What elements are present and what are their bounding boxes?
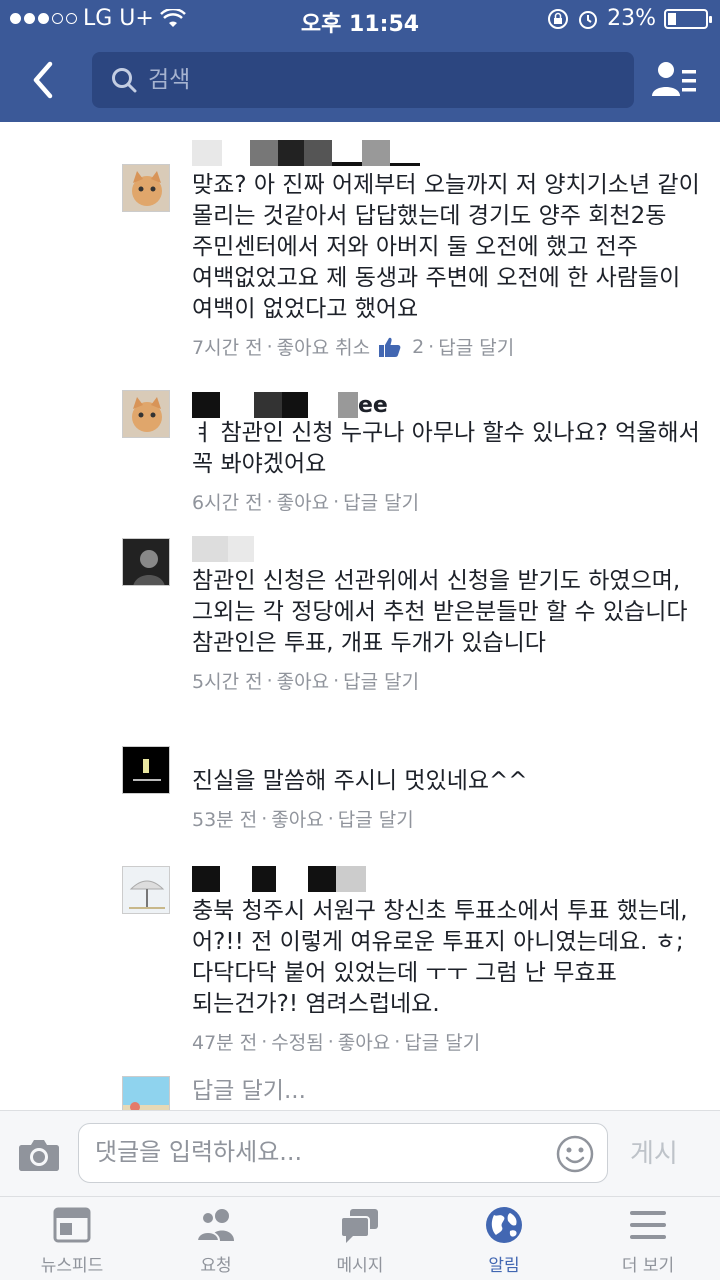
comment-meta: 47분 전 · 수정됨 · 좋아요 · 답글 달기 — [192, 1028, 702, 1055]
battery-icon — [664, 8, 712, 29]
commenter-name-fragment: ee — [358, 393, 388, 418]
beach-avatar-image — [123, 1077, 169, 1110]
comment-time: 7시간 전 — [192, 337, 263, 359]
edited-label: 수정됨 — [271, 1032, 324, 1054]
comment-meta: 6시간 전 · 좋아요 · 답글 달기 — [192, 488, 702, 515]
avatar[interactable] — [122, 390, 170, 438]
comment-text: 진실을 말씀해 주시니 멋있네요^^ — [192, 768, 528, 794]
like-link[interactable]: 좋아요 — [277, 488, 329, 515]
battery-percent: 23% — [607, 6, 656, 31]
person-avatar-image — [123, 539, 169, 585]
reply-link[interactable]: 답글 달기 — [404, 1028, 480, 1055]
tab-messages[interactable]: 메시지 — [288, 1197, 432, 1280]
messages-icon — [340, 1209, 378, 1243]
status-right: 23% — [547, 6, 712, 31]
search-bar[interactable] — [92, 52, 634, 108]
like-thumb-icon — [379, 337, 401, 357]
tab-label: 뉴스피드 — [40, 1256, 104, 1276]
emoji-icon[interactable] — [555, 1134, 595, 1174]
commenter-name-redacted[interactable] — [192, 746, 702, 772]
tab-label: 메시지 — [336, 1256, 384, 1276]
reply-link[interactable]: 답글 달기 — [343, 667, 419, 694]
comment-text: 충북 청주시 서원구 창신초 투표소에서 투표 했는데, 어?!! 전 이렇게 … — [192, 898, 695, 1017]
comment-time: 5시간 전 — [192, 671, 263, 693]
logo-avatar-image — [123, 747, 169, 793]
commenter-name-redacted[interactable] — [192, 140, 702, 170]
commenter-name-redacted[interactable] — [192, 536, 702, 566]
commenter-name-redacted[interactable]: ee — [192, 388, 702, 418]
commenter-name-redacted[interactable] — [192, 866, 702, 896]
comment-composer: 게시 — [0, 1110, 720, 1196]
umbrella-avatar-image — [123, 867, 169, 913]
cat-avatar-image — [123, 165, 169, 211]
comment-meta: 53분 전 · 좋아요 · 답글 달기 — [192, 805, 702, 832]
tab-more[interactable]: 더 보기 — [576, 1197, 720, 1280]
search-input[interactable] — [148, 67, 598, 93]
tab-label: 알림 — [488, 1256, 520, 1276]
tab-bar: 뉴스피드 요청 메시지 알림 더 보기 — [0, 1196, 720, 1280]
search-icon — [112, 68, 137, 93]
reply-link[interactable]: 답글 달기 — [438, 333, 514, 360]
comment-time: 6시간 전 — [192, 492, 263, 514]
avatar[interactable] — [122, 538, 170, 586]
tab-news-feed[interactable]: 뉴스피드 — [0, 1197, 144, 1280]
globe-notifications-icon — [486, 1207, 522, 1243]
back-arrow-icon[interactable] — [26, 58, 62, 102]
menu-icon — [630, 1211, 666, 1239]
comment-input-box[interactable] — [78, 1123, 608, 1183]
reply-link[interactable]: 답글 달기 — [343, 488, 419, 515]
friends-list-icon[interactable] — [650, 58, 698, 102]
like-link[interactable]: 좋아요 — [338, 1028, 390, 1055]
tab-label: 요청 — [200, 1256, 232, 1276]
comment-input[interactable] — [95, 1138, 535, 1166]
unlike-link[interactable]: 좋아요 취소 — [277, 333, 370, 360]
navigation-bar — [0, 40, 720, 122]
status-bar: LG U+ 오후 11:54 23% — [0, 0, 720, 40]
comment-meta: 5시간 전 · 좋아요 · 답글 달기 — [192, 667, 702, 694]
comment-time: 53분 전 — [192, 809, 258, 831]
like-count: 2 — [412, 335, 425, 358]
comments-list[interactable]: 맞죠? 아 진짜 어제부터 오늘까지 저 양치기소년 같이 몰리는 것같아서 답… — [0, 122, 720, 1110]
friend-requests-icon — [195, 1209, 234, 1242]
avatar[interactable] — [122, 866, 170, 914]
news-feed-icon — [53, 1207, 91, 1243]
avatar[interactable] — [122, 746, 170, 794]
cat-avatar-image — [123, 391, 169, 437]
rotation-lock-icon — [548, 8, 569, 29]
comment-text: ㅕ 참관인 신청 누구나 아무나 할수 있나요? 억울해서 꼭 봐야겠어요 — [192, 420, 708, 477]
comment-time: 47분 전 — [192, 1032, 258, 1054]
reply-prompt-text[interactable]: 답글 달기... — [192, 1076, 702, 1107]
like-link[interactable]: 좋아요 — [277, 667, 329, 694]
comment-text: 맞죠? 아 진짜 어제부터 오늘까지 저 양치기소년 같이 몰리는 것같아서 답… — [192, 172, 708, 322]
tab-requests[interactable]: 요청 — [144, 1197, 288, 1280]
post-button[interactable]: 게시 — [630, 1133, 678, 1170]
tab-label: 더 보기 — [621, 1256, 675, 1276]
camera-icon[interactable] — [18, 1136, 60, 1172]
comment-meta: 7시간 전 · 좋아요 취소 2 · 답글 달기 — [192, 333, 702, 360]
like-link[interactable]: 좋아요 — [271, 805, 323, 832]
comment-text: 참관인 신청은 선관위에서 신청을 받기도 하였으며, 그외는 각 정당에서 추… — [192, 568, 688, 656]
reply-link[interactable]: 답글 달기 — [338, 805, 414, 832]
alarm-icon — [579, 10, 598, 29]
avatar[interactable] — [122, 164, 170, 212]
my-avatar — [122, 1076, 170, 1110]
tab-notifications[interactable]: 알림 — [432, 1197, 576, 1280]
